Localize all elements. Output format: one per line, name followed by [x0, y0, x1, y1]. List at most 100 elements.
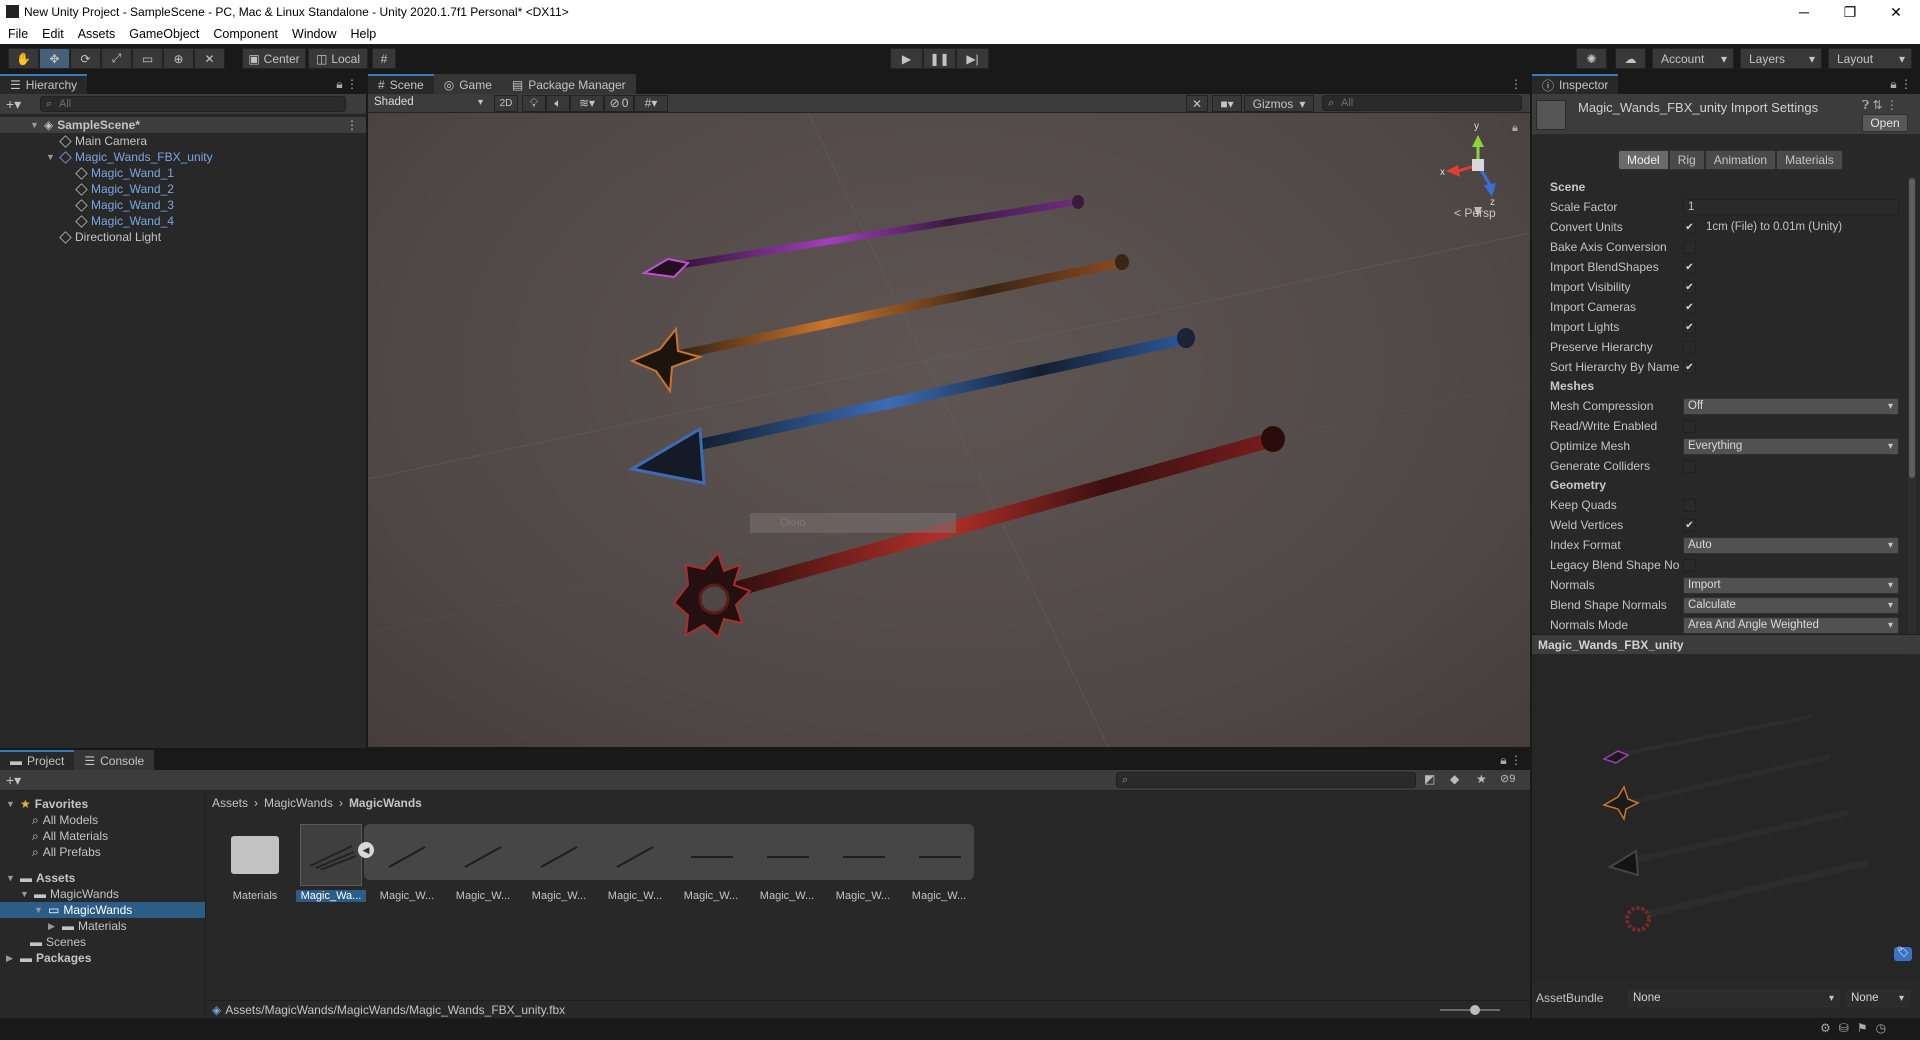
- tab-rig[interactable]: Rig: [1668, 150, 1705, 170]
- assets-root-row[interactable]: ▼ ▬ Assets: [0, 870, 205, 886]
- index-format-dropdown[interactable]: Auto: [1683, 536, 1899, 554]
- scene-option-checkbox[interactable]: ✔: [1683, 260, 1696, 274]
- more-icon[interactable]: ⋮: [1510, 77, 1522, 91]
- hidden-packages-toggle[interactable]: ⊘9: [1500, 772, 1515, 785]
- filter-label-icon[interactable]: ◆: [1450, 772, 1459, 786]
- tab-console[interactable]: ☰ Console: [74, 750, 155, 770]
- weld-vertices-checkbox[interactable]: ✔: [1683, 518, 1696, 532]
- tree-magicwands[interactable]: ▼ ▬ MagicWands: [0, 886, 205, 902]
- audio-icon[interactable]: 🔈︎: [546, 94, 570, 112]
- expand-arrow-icon[interactable]: ▼: [6, 870, 16, 886]
- normals-dropdown[interactable]: Import: [1683, 576, 1899, 594]
- menu-edit[interactable]: Edit: [35, 24, 71, 44]
- tab-scene[interactable]: # Scene: [368, 74, 434, 94]
- hierarchy-item-wand-2[interactable]: Magic_Wand_2: [0, 181, 366, 197]
- tree-scenes[interactable]: ▬ Scenes: [0, 934, 205, 950]
- orientation-gizmo[interactable]: y x z < Persp: [1440, 121, 1496, 220]
- expand-arrow-icon[interactable]: ▼: [46, 149, 56, 165]
- grid-icon[interactable]: #▾: [634, 94, 668, 112]
- scene-option-checkbox[interactable]: ✔: [1683, 300, 1696, 314]
- scene-option-checkbox[interactable]: ✔: [1683, 360, 1696, 374]
- create-icon[interactable]: +▾: [0, 772, 40, 789]
- convert-units-checkbox[interactable]: ✔: [1683, 220, 1696, 234]
- tab-package-manager[interactable]: ▤ Package Manager: [501, 74, 636, 94]
- breadcrumb-assets[interactable]: Assets: [212, 796, 248, 810]
- magic-wand-1[interactable]: [640, 195, 1084, 279]
- expand-arrow-icon[interactable]: ▼: [20, 886, 30, 902]
- asset-mesh[interactable]: Magic_W...: [448, 824, 518, 902]
- gizmos-dropdown[interactable]: Gizmos ▾: [1244, 95, 1314, 112]
- scene-option-checkbox[interactable]: ✔: [1683, 320, 1696, 334]
- hand-tool-icon[interactable]: ✋: [8, 48, 39, 69]
- shading-mode-dropdown[interactable]: Shaded: [370, 94, 488, 112]
- menu-assets[interactable]: Assets: [71, 24, 123, 44]
- hierarchy-item-directional-light[interactable]: Directional Light: [0, 229, 366, 245]
- scene-viewport-svg[interactable]: y x z < Persp 🔒︎: [368, 113, 1530, 747]
- menu-help[interactable]: Help: [343, 24, 383, 44]
- asset-mesh[interactable]: Magic_W...: [600, 824, 670, 902]
- persp-label[interactable]: < Persp: [1454, 206, 1496, 220]
- pivot-local-toggle[interactable]: ◫ Local: [308, 48, 368, 69]
- scale-factor-field[interactable]: 1: [1683, 199, 1899, 215]
- scene-option-checkbox[interactable]: [1683, 340, 1696, 354]
- tree-magicwands-sub[interactable]: ▼ ▭ MagicWands: [0, 902, 205, 918]
- services-icon[interactable]: ✺: [1576, 48, 1607, 69]
- expand-arrow-icon[interactable]: ▶: [48, 918, 58, 934]
- grid-snap-icon[interactable]: #: [372, 48, 396, 69]
- more-icon[interactable]: ⋮: [346, 117, 358, 133]
- tab-inspector[interactable]: ⓘ Inspector: [1532, 74, 1619, 94]
- asset-model-selected[interactable]: Magic_Wa...: [296, 824, 366, 902]
- menu-window[interactable]: Window: [285, 24, 343, 44]
- lock-icon[interactable]: 🔒︎: [1512, 122, 1518, 134]
- open-button[interactable]: Open: [1862, 114, 1908, 132]
- hierarchy-search-input[interactable]: All: [40, 96, 346, 112]
- tab-model[interactable]: Model: [1618, 150, 1669, 170]
- 2d-toggle[interactable]: 2D: [494, 94, 518, 112]
- pause-icon[interactable]: ❚❚: [923, 48, 956, 69]
- asset-mesh[interactable]: Magic_W...: [676, 824, 746, 902]
- hierarchy-item-wand-1[interactable]: Magic_Wand_1: [0, 165, 366, 181]
- menu-component[interactable]: Component: [206, 24, 285, 44]
- scene-search-input[interactable]: All: [1322, 95, 1522, 111]
- asset-mesh[interactable]: Magic_W...: [372, 824, 442, 902]
- rotate-tool-icon[interactable]: ⟳: [70, 48, 101, 69]
- optimize-mesh-dropdown[interactable]: Everything: [1683, 437, 1899, 455]
- filter-type-icon[interactable]: ◩: [1424, 772, 1435, 786]
- tab-animation[interactable]: Animation: [1704, 150, 1777, 170]
- hierarchy-item-wand-3[interactable]: Magic_Wand_3: [0, 197, 366, 213]
- play-icon[interactable]: ▶: [890, 48, 923, 69]
- account-dropdown[interactable]: Account ▾: [1652, 48, 1734, 69]
- lock-icon[interactable]: 🔒︎ ⋮: [1500, 753, 1522, 768]
- blend-normals-dropdown[interactable]: Calculate: [1683, 596, 1899, 614]
- asset-mesh[interactable]: Magic_W...: [828, 824, 898, 902]
- keep-quads-checkbox[interactable]: [1683, 498, 1696, 512]
- fav-all-materials[interactable]: ⌕ All Materials: [0, 828, 205, 844]
- mesh-compression-dropdown[interactable]: Off: [1683, 397, 1899, 415]
- hierarchy-item-magic-wands[interactable]: ▼ Magic_Wands_FBX_unity: [0, 149, 366, 165]
- tag-icon[interactable]: 🏷︎: [1894, 947, 1912, 961]
- star-icon[interactable]: ★: [1476, 772, 1487, 786]
- favorites-row[interactable]: ▼ ★ Favorites: [0, 796, 205, 812]
- inspector-scrollbar[interactable]: [1908, 178, 1916, 708]
- normals-mode-dropdown[interactable]: Area And Angle Weighted: [1683, 616, 1899, 634]
- expand-model-icon[interactable]: ◀: [358, 842, 374, 858]
- pivot-center-toggle[interactable]: ▣ Center: [242, 48, 306, 69]
- project-search-input[interactable]: [1116, 772, 1416, 788]
- add-icon[interactable]: +▾: [0, 96, 40, 113]
- cloud-icon[interactable]: ☁: [1615, 48, 1646, 69]
- breadcrumb-current[interactable]: MagicWands: [349, 796, 422, 810]
- lighting-icon[interactable]: 💡︎: [522, 94, 546, 112]
- effects-icon[interactable]: ≋▾: [570, 94, 604, 112]
- scene-view[interactable]: y x z < Persp 🔒︎ Окно: [368, 113, 1530, 747]
- tools-icon[interactable]: ✕: [1186, 95, 1208, 112]
- lock-icon[interactable]: 🔒︎ ⋮: [336, 77, 358, 92]
- scene-option-checkbox[interactable]: ✔: [1683, 280, 1696, 294]
- assetbundle-dropdown[interactable]: None: [1628, 989, 1840, 1007]
- status-icons[interactable]: ⚙⛁⚑◷: [1820, 1021, 1894, 1035]
- fav-all-models[interactable]: ⌕ All Models: [0, 812, 205, 828]
- step-icon[interactable]: ▶|: [956, 48, 989, 69]
- minimize-button[interactable]: ─: [1781, 0, 1827, 24]
- menu-gameobject[interactable]: GameObject: [122, 24, 206, 44]
- fav-all-prefabs[interactable]: ⌕ All Prefabs: [0, 844, 205, 860]
- legacy-blend-checkbox[interactable]: [1683, 558, 1696, 572]
